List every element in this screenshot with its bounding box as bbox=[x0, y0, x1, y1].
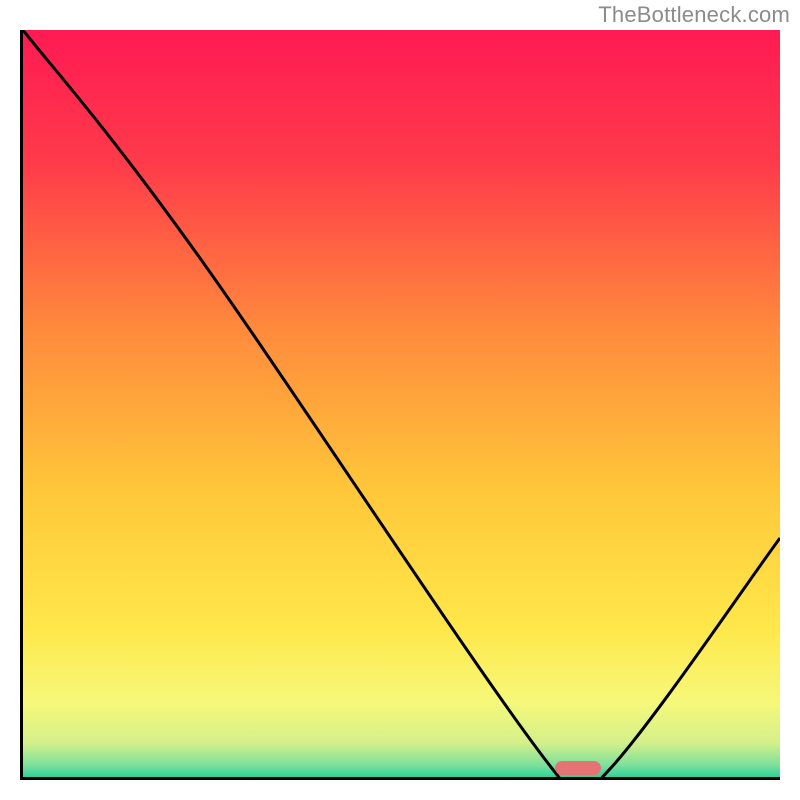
chart-frame: TheBottleneck.com bbox=[0, 0, 800, 800]
plot-area bbox=[20, 30, 780, 780]
bottleneck-curve bbox=[23, 30, 780, 777]
optimal-range-marker bbox=[555, 761, 601, 775]
watermark-text: TheBottleneck.com bbox=[598, 2, 790, 28]
